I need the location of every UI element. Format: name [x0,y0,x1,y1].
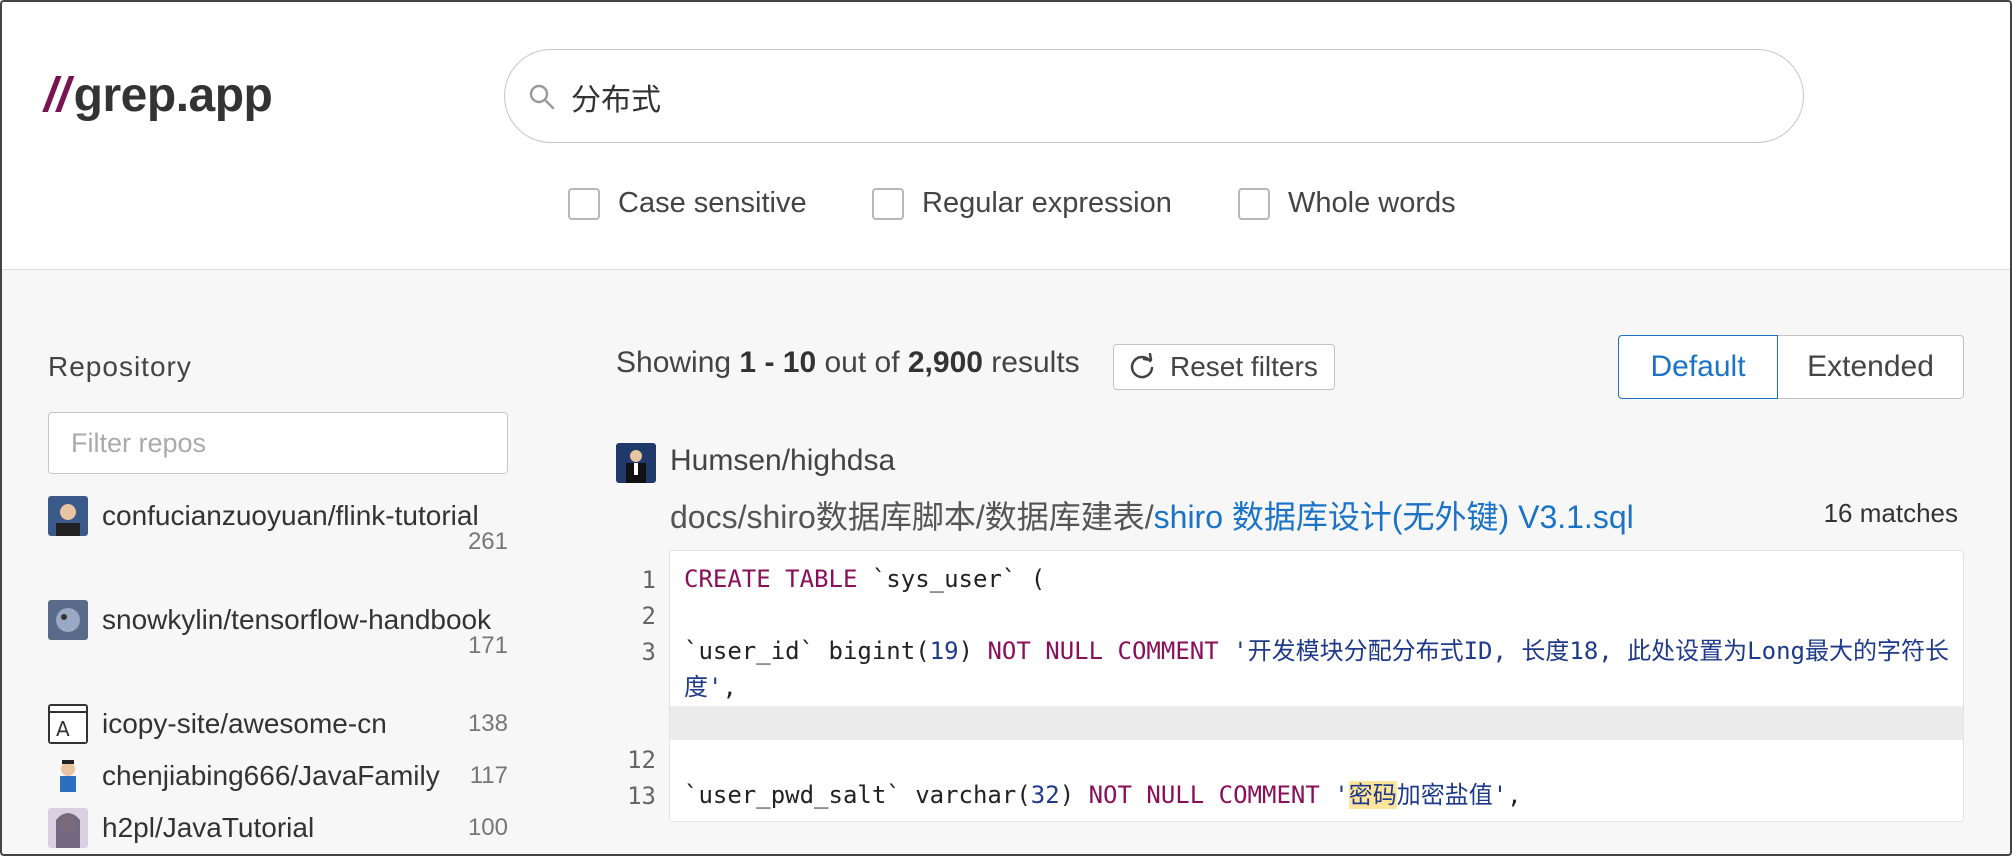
owner-avatar [616,443,656,483]
summary-out-of: out of [816,346,908,379]
logo-text: grep.app [73,69,273,122]
code-line: `user_id` bigint(19) NOT NULL COMMENT '开… [684,637,1949,701]
repo-avatar: A [48,704,88,744]
code-gap [670,706,1963,740]
regex-checkbox[interactable] [872,187,904,220]
repo-avatar [48,808,88,848]
reset-filters-label: Reset filters [1170,351,1318,382]
case-sensitive-label: Case sensitive [618,187,807,219]
repo-count: 171 [467,632,508,659]
view-toggle: Default Extended [1618,335,1964,399]
repo-name: icopy-site/awesome-cn [102,708,387,739]
file-name-link[interactable]: shiro 数据库设计(无外键) V3.1.sql [1154,499,1634,535]
case-sensitive-checkbox[interactable] [568,187,600,220]
reset-filters-button[interactable]: Reset filters [1113,344,1335,390]
repo-item[interactable]: h2pl/JavaTutorial 100 [48,802,508,854]
code-line: CREATE TABLE `sys_user` ( [684,565,1046,593]
repo-count: 100 [467,814,508,841]
app-frame: //grep.app Case sensitive Regular expres… [0,0,2012,856]
code-line: `user_pwd_salt` varchar(32) NOT NULL COM… [684,781,1522,809]
line-number: 13 [627,782,656,810]
search-bar[interactable] [504,49,1804,143]
path-prefix: docs/shiro数据库脚本/数据库建表/ [670,499,1154,535]
regex-label: Regular expression [922,187,1172,219]
default-view-button[interactable]: Default [1618,335,1778,399]
result-repo-link[interactable]: Humsen/highdsa [670,444,895,478]
repo-item[interactable]: A icopy-site/awesome-cn 138 [48,698,508,750]
repo-count: 117 [469,762,508,789]
repo-avatar [48,756,88,796]
line-number: 12 [627,746,656,774]
case-sensitive-option[interactable]: Case sensitive [568,187,807,220]
result-file-path: docs/shiro数据库脚本/数据库建表/shiro 数据库设计(无外键) V… [670,492,1634,538]
results-summary: Showing 1 - 10 out of 2,900 results [616,346,1080,380]
regex-option[interactable]: Regular expression [872,187,1172,220]
repo-item[interactable]: confucianzuoyuan/flink-tutorial 261 [48,490,508,555]
summary-suffix: results [982,346,1080,379]
search-options: Case sensitive Regular expression Whole … [2,187,2010,227]
summary-prefix: Showing [616,346,740,379]
whole-words-option[interactable]: Whole words [1238,187,1456,220]
repo-name: chenjiabing666/JavaFamily [102,760,440,791]
logo-slashes: // [44,69,70,122]
repo-count: 261 [467,528,508,555]
extended-view-button[interactable]: Extended [1778,335,1964,399]
whole-words-label: Whole words [1288,187,1456,219]
refresh-icon [1130,353,1154,379]
repo-avatar [48,600,88,640]
repo-name: h2pl/JavaTutorial [102,812,315,843]
match-count: 16 matches [1823,498,1958,528]
repo-item[interactable]: snowkylin/tensorflow-handbook 171 [48,594,508,659]
repo-name: snowkylin/tensorflow-handbook [102,604,492,635]
line-number: 1 [641,566,656,594]
logo[interactable]: //grep.app [44,68,273,123]
search-icon [529,84,555,110]
repo-count: 138 [467,710,508,737]
repository-heading: Repository [48,351,192,382]
repo-item[interactable]: chenjiabing666/JavaFamily 117 [48,750,508,802]
search-input[interactable] [571,70,1771,124]
repo-avatar [48,496,88,536]
summary-total: 2,900 [907,346,983,379]
whole-words-checkbox[interactable] [1238,187,1270,220]
repo-name: confucianzuoyuan/flink-tutorial [102,500,479,531]
filter-repos-input[interactable] [48,412,508,474]
summary-range: 1 - 10 [739,346,817,379]
line-number: 2 [641,602,656,630]
line-number: 3 [641,638,656,666]
header: //grep.app Case sensitive Regular expres… [2,2,2010,270]
svg-text:A: A [56,717,70,741]
